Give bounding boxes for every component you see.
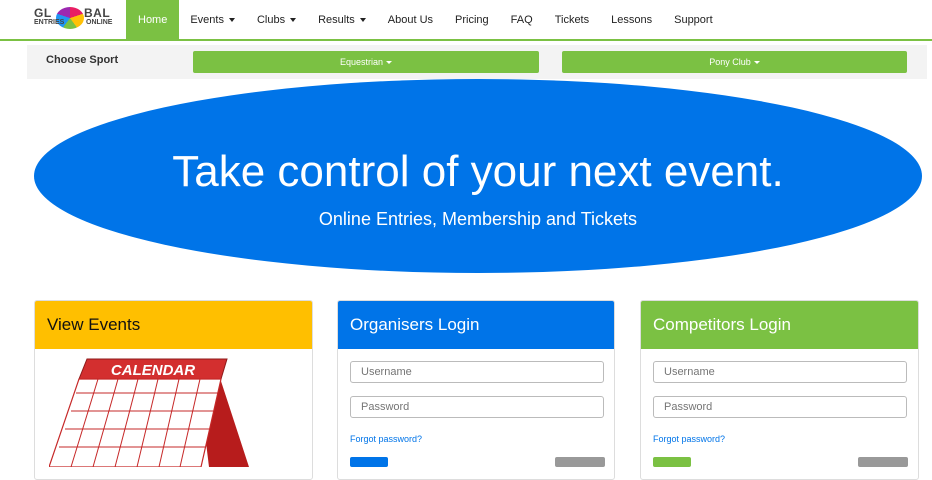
logo-text-online: ONLINE [86,19,113,26]
nav-item-results[interactable]: Results [307,0,377,39]
organiser-login-button[interactable] [350,457,388,467]
nav-item-label: FAQ [510,13,533,26]
panel-title: Competitors Login [641,301,918,349]
view-events-panel[interactable]: View Events CALENDAR [34,300,313,480]
caret-down-icon [753,60,760,64]
navbar: GL BAL ENTRIES ONLINE Home Events Clubs … [0,0,932,41]
global-entries-logo[interactable]: GL BAL ENTRIES ONLINE [34,6,118,36]
caret-down-icon [386,60,393,64]
competitor-username-input[interactable] [653,361,907,383]
nav-item-label: About Us [387,13,434,26]
nav-item-support[interactable]: Support [663,0,724,39]
nav-item-label: Results [318,13,355,26]
logo-text-entries: ENTRIES [34,19,65,26]
nav-item-lessons[interactable]: Lessons [600,0,663,39]
nav-item-home[interactable]: Home [126,0,180,39]
sport-chooser-bar: Choose Sport Equestrian Pony Club [27,45,927,79]
panel-title: View Events [35,301,312,349]
calendar-icon: CALENDAR [49,358,249,467]
choose-sport-label: Choose Sport [46,54,119,66]
organiser-username-input[interactable] [350,361,604,383]
competitor-register-button[interactable] [858,457,908,467]
panel-title: Organisers Login [338,301,614,349]
hero-banner: Take control of your next event. Online … [34,79,922,273]
competitor-login-button[interactable] [653,457,691,467]
nav-item-label: Home [138,13,168,26]
caret-down-icon [228,17,235,22]
caret-down-icon [290,17,297,22]
nav-item-label: Pricing [455,13,489,26]
logo-text-bal: BAL [84,6,111,20]
competitor-password-input[interactable] [653,396,907,418]
hero-title: Take control of your next event. [172,147,784,196]
nav-item-tickets[interactable]: Tickets [544,0,600,39]
pony-club-dropdown-button[interactable]: Pony Club [562,51,907,73]
nav-item-label: Lessons [611,13,653,26]
sport-option-label: Pony Club [709,57,751,67]
nav-item-about-us[interactable]: About Us [377,0,444,39]
organiser-register-button[interactable] [555,457,605,467]
nav-item-label: Events [190,13,224,26]
organiser-password-input[interactable] [350,396,604,418]
sport-option-label: Equestrian [339,57,384,67]
organisers-login-panel: Organisers Login Forgot password? [337,300,615,480]
nav-item-pricing[interactable]: Pricing [444,0,500,39]
nav-item-label: Tickets [554,13,590,26]
organiser-forgot-password-link[interactable]: Forgot password? [350,434,422,444]
competitor-forgot-password-link[interactable]: Forgot password? [653,434,725,444]
competitors-login-panel: Competitors Login Forgot password? [640,300,919,480]
nav-item-clubs[interactable]: Clubs [246,0,307,39]
hero-subtitle: Online Entries, Membership and Tickets [318,209,638,229]
caret-down-icon [359,17,366,22]
nav-menu: Home Events Clubs Results About Us Prici… [126,0,724,39]
calendar-label: CALENDAR [111,362,195,379]
nav-item-label: Clubs [256,13,286,26]
equestrian-dropdown-button[interactable]: Equestrian [193,51,539,73]
nav-item-faq[interactable]: FAQ [500,0,544,39]
logo-text-gl: GL [34,6,52,20]
nav-item-label: Support [674,13,713,26]
nav-item-events[interactable]: Events [179,0,246,39]
